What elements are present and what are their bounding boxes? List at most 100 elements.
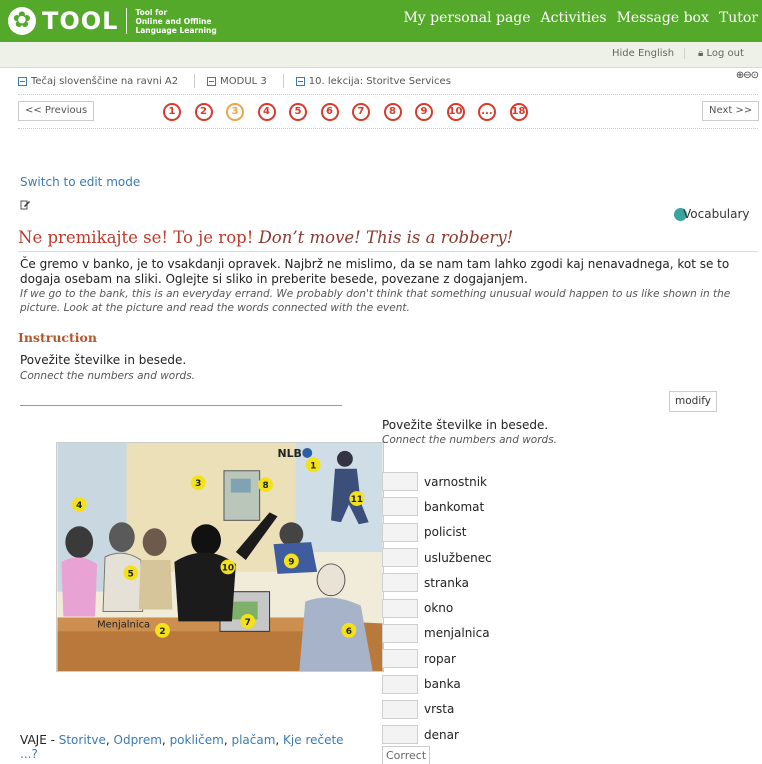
word-label: menjalnica (424, 626, 490, 641)
hide-english-link[interactable]: Hide English (612, 48, 686, 59)
logout-label: Log out (706, 48, 744, 59)
breadcrumb-course[interactable]: Tečaj slovenščine na ravni A2 (18, 74, 178, 88)
word-label: varnostnik (424, 474, 487, 489)
word-label: denar (424, 727, 459, 742)
number-input[interactable] (382, 548, 418, 568)
word-label: vrsta (424, 702, 455, 717)
number-input[interactable] (382, 699, 418, 719)
number-marker-label: 8 (262, 481, 268, 491)
word-row: stranka (382, 570, 492, 595)
breadcrumb: Tečaj slovenščine na ravni A2 MODUL 3 10… (18, 74, 467, 88)
number-marker-label: 3 (195, 479, 201, 489)
number-input[interactable] (382, 649, 418, 669)
word-row: bankomat (382, 494, 492, 519)
page-number-2[interactable]: 2 (194, 103, 213, 121)
collapse-icon (207, 76, 217, 86)
gear-logo-icon: ✿ (8, 7, 36, 35)
zoom-controls: ⊕⊖⊙ (736, 70, 759, 81)
word-label: stranka (424, 575, 469, 590)
link-poklicem[interactable]: pokličem (170, 733, 224, 747)
divider (18, 251, 758, 252)
page-number-9[interactable]: 9 (415, 103, 433, 121)
number-marker-label: 2 (159, 627, 165, 637)
word-label: banka (424, 677, 461, 692)
intro-text-english: If we go to the bank, this is an everyda… (20, 288, 731, 314)
intro-text: Če gremo v banko, je to vsakdanji oprave… (20, 257, 730, 286)
exercise-instruction-english: Connect the numbers and words. (382, 434, 558, 446)
page-title: Ne premikajte se! To je rop! Don’t move!… (18, 228, 513, 247)
divider (18, 94, 758, 95)
number-input[interactable] (382, 598, 418, 618)
page-number-6[interactable]: 6 (320, 103, 339, 121)
instruction-heading: Instruction (18, 330, 97, 345)
number-input[interactable] (382, 674, 418, 694)
page-number-7[interactable]: 7 (352, 103, 370, 121)
next-button[interactable]: Next >> (702, 101, 760, 121)
title-slovene: Ne premikajte se! To je rop! (18, 228, 254, 247)
word-label: ropar (424, 651, 456, 666)
word-row: policist (382, 520, 492, 545)
nav-my-personal-page[interactable]: My personal page (403, 10, 530, 26)
logout-link[interactable]: 🔒︎ Log out (698, 48, 744, 59)
link-odprem[interactable]: Odprem (114, 733, 162, 747)
edit-icon[interactable] (20, 200, 30, 210)
nav-tutor[interactable]: Tutor (719, 10, 758, 26)
switch-edit-mode-link[interactable]: Switch to edit mode (20, 175, 140, 189)
number-input[interactable] (382, 573, 418, 593)
vocabulary-label: Vocabulary (683, 207, 750, 221)
number-input[interactable] (382, 472, 418, 492)
page-number-11[interactable]: ... (478, 103, 496, 121)
number-marker-label: 7 (245, 618, 251, 628)
collapse-icon (295, 76, 305, 86)
page-number-12[interactable]: 18 (509, 103, 528, 121)
page-number-1[interactable]: 1 (163, 103, 181, 121)
logo-tagline: Tool for Online and Offline Language Lea… (135, 8, 225, 35)
word-row: ropar (382, 646, 492, 671)
top-navigation: My personal page Activities Message box … (393, 0, 762, 36)
number-input[interactable] (382, 725, 418, 745)
nav-message-box[interactable]: Message box (617, 10, 709, 26)
tagline-line: Language Learning (135, 25, 217, 35)
page-number-5[interactable]: 5 (289, 103, 307, 121)
link-placam[interactable]: plačam (231, 733, 275, 747)
divider (20, 405, 342, 406)
logo[interactable]: ✿ TOOL Tool for Online and Offline Langu… (8, 6, 225, 36)
word-row: menjalnica (382, 621, 492, 646)
lock-icon: 🔒︎ (698, 48, 704, 59)
previous-button[interactable]: << Previous (18, 101, 95, 121)
breadcrumb-lesson[interactable]: 10. lekcija: Storitve Services (295, 74, 451, 88)
nav-activities[interactable]: Activities (541, 10, 607, 26)
page-numbers: 1 2 3 4 5 6 7 8 9 10... 18 (163, 103, 541, 121)
page-number-3[interactable]: 3 (226, 103, 244, 121)
word-row: varnostnik (382, 469, 492, 494)
tagline-line: Tool for (135, 7, 168, 17)
modify-button[interactable]: modify (669, 391, 717, 412)
page-number-8[interactable]: 8 (383, 103, 402, 121)
number-marker-label: 10 (222, 563, 234, 573)
link-storitve[interactable]: Storitve (59, 733, 106, 747)
word-label: uslužbenec (424, 550, 492, 565)
number-marker-label: 4 (76, 501, 82, 511)
breadcrumb-label: MODUL 3 (220, 75, 267, 87)
breadcrumb-module[interactable]: MODUL 3 (207, 74, 267, 88)
number-marker-label: 5 (128, 569, 134, 579)
zoom-out-icon[interactable]: ⊖ (743, 70, 751, 81)
divider (18, 128, 758, 129)
correct-button[interactable]: Correct (382, 746, 431, 764)
top-bar: ✿ TOOL Tool for Online and Offline Langu… (0, 0, 762, 42)
number-marker-label: 6 (346, 627, 352, 637)
breadcrumb-divider (194, 74, 196, 88)
exercise-instruction: Povežite številke in besede. (382, 418, 549, 432)
instruction-text-english: Connect the numbers and words. (20, 370, 196, 382)
number-input[interactable] (382, 522, 418, 542)
zoom-reset-icon[interactable]: ⊙ (751, 70, 759, 81)
vocabulary-link[interactable]: Vocabulary (674, 207, 750, 221)
page-number-4[interactable]: 4 (257, 103, 276, 121)
number-input[interactable] (382, 623, 418, 643)
number-marker-label: 11 (351, 495, 363, 505)
collapse-icon (18, 76, 27, 86)
word-list: varnostnik bankomat policist uslužbenec stra… (382, 469, 492, 747)
user-bar: Hide English 🔒︎ Log out (0, 42, 762, 68)
page-number-10[interactable]: 10 (446, 103, 465, 121)
number-input[interactable] (382, 497, 418, 517)
